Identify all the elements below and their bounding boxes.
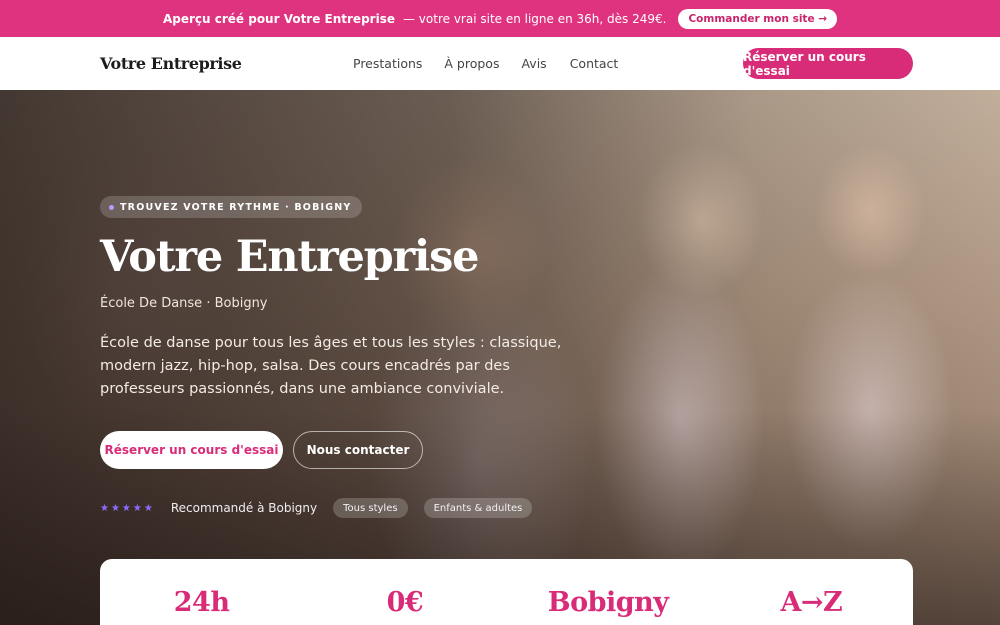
- nav-links: Prestations À propos Avis Contact: [353, 56, 618, 71]
- nav-link-about[interactable]: À propos: [444, 56, 499, 71]
- book-trial-button[interactable]: Réserver un cours d'essai: [100, 431, 283, 469]
- stat-value: 24h: [173, 587, 230, 618]
- hero-eyebrow: TROUVEZ VOTRE RYTHME · BOBIGNY: [100, 196, 363, 218]
- eyebrow-text: TROUVEZ VOTRE RYTHME · BOBIGNY: [120, 201, 352, 213]
- navbar: Votre Entreprise Prestations À propos Av…: [0, 37, 1000, 90]
- hero-title: Votre Entreprise: [100, 232, 479, 282]
- nav-link-contact[interactable]: Contact: [570, 56, 619, 71]
- stat-value: Bobigny: [547, 587, 669, 618]
- chip-kids-adults: Enfants & adultes: [423, 498, 533, 518]
- promo-text: — votre vrai site en ligne en 36h, dès 2…: [402, 11, 667, 26]
- hero-description: École de danse pour tous les âges et tou…: [100, 335, 562, 397]
- contact-button[interactable]: Nous contacter: [293, 431, 423, 469]
- chip-all-styles: Tous styles: [333, 498, 408, 518]
- hero-subtitle: École De Danse · Bobigny: [100, 296, 268, 311]
- promo-bar: Aperçu créé pour Votre Entreprise — votr…: [0, 0, 1000, 37]
- stat-value: A→Z: [780, 587, 843, 618]
- order-site-button[interactable]: Commander mon site →: [678, 8, 838, 29]
- nav-link-prestations[interactable]: Prestations: [353, 56, 422, 71]
- hero-section: TROUVEZ VOTRE RYTHME · BOBIGNY Votre Ent…: [0, 90, 1000, 625]
- stat-value: 0€: [386, 587, 424, 618]
- eyebrow-dot-icon: [109, 204, 114, 210]
- rating-stars-icon: ★★★★★: [100, 502, 155, 514]
- nav-link-reviews[interactable]: Avis: [521, 56, 546, 71]
- trust-row: ★★★★★ Recommandé à Bobigny Tous styles E…: [100, 498, 533, 518]
- stats-card: 24h 0€ Bobigny A→Z: [100, 559, 913, 625]
- brand-logo[interactable]: Votre Entreprise: [100, 54, 242, 73]
- promo-highlight: Aperçu créé pour Votre Entreprise: [162, 11, 395, 26]
- nav-book-trial-button[interactable]: Réserver un cours d'essai: [743, 48, 913, 79]
- trust-text: Recommandé à Bobigny: [170, 501, 318, 515]
